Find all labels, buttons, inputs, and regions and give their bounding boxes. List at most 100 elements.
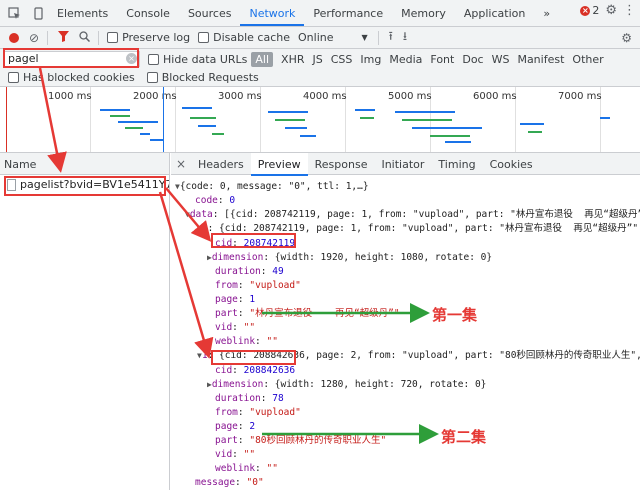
network-settings-gear-icon[interactable]: ⚙	[621, 31, 632, 45]
annotation-box-request	[4, 176, 166, 196]
checkbox-box[interactable]	[148, 53, 159, 65]
tree-line: page: 2	[215, 421, 256, 432]
timeline-bar	[528, 131, 542, 133]
type-filter-ws[interactable]: WS	[488, 53, 514, 66]
tab-sources[interactable]: Sources	[179, 0, 241, 26]
filter-icon[interactable]	[58, 30, 70, 45]
blocked-filter-row: Has blocked cookies Blocked Requests	[0, 69, 640, 87]
detail-tabs: × Headers Preview Response Initiator Tim…	[171, 152, 640, 176]
tree-line: duration: 78	[215, 393, 284, 404]
tree-root[interactable]: ▼{code: 0, message: "0", ttl: 1,…}	[175, 180, 369, 193]
settings-gear-icon[interactable]: ⚙	[605, 3, 617, 18]
export-har-icon[interactable]: ⭳	[403, 27, 407, 48]
tab-elements[interactable]: Elements	[48, 0, 117, 26]
throttling-select[interactable]: Online ▼	[298, 31, 368, 44]
type-filter-other[interactable]: Other	[568, 53, 607, 66]
timeline-bar	[140, 133, 150, 135]
more-tabs-icon[interactable]: »	[534, 0, 559, 26]
name-column-header[interactable]: Name	[0, 153, 169, 175]
network-overview-timeline[interactable]: 1000 ms 2000 ms 3000 ms 4000 ms 5000 ms …	[0, 87, 640, 153]
tab-memory[interactable]: Memory	[392, 0, 455, 26]
tab-cookies[interactable]: Cookies	[483, 153, 540, 175]
tab-application[interactable]: Application	[455, 0, 534, 26]
checkbox-box[interactable]	[8, 72, 19, 83]
annotation-label-episode2: 第二集	[441, 428, 487, 446]
timeline-bar	[182, 107, 212, 109]
timeline-bar	[212, 133, 224, 135]
timeline-tick: 7000 ms	[558, 91, 602, 102]
tree-line: part: "林丹宣布退役 再见“超级丹”"	[215, 308, 400, 319]
tree-line: cid: 208842636	[215, 365, 296, 376]
timeline-bar	[402, 119, 452, 121]
type-filter-manifest[interactable]: Manifest	[513, 53, 568, 66]
checkbox-box[interactable]	[146, 72, 158, 83]
timeline-bar	[430, 135, 470, 137]
checkbox-box[interactable]	[107, 32, 119, 43]
tab-response[interactable]: Response	[308, 153, 375, 175]
annotation-box-filter	[3, 48, 139, 68]
tab-timing[interactable]: Timing	[431, 153, 482, 175]
error-count-badge[interactable]: × 2	[580, 4, 599, 17]
divider	[47, 30, 49, 45]
tree-line: code: 0	[195, 195, 236, 206]
import-har-icon[interactable]: ⭱	[389, 27, 393, 48]
tree-line: from: "vupload"	[215, 280, 301, 291]
timeline-bar	[300, 135, 316, 137]
inspect-element-icon[interactable]	[4, 3, 24, 23]
timeline-tick: 6000 ms	[473, 91, 517, 102]
tab-initiator[interactable]: Initiator	[374, 153, 431, 175]
timeline-bar	[198, 125, 216, 127]
type-filter-img[interactable]: Img	[356, 53, 385, 66]
disable-cache-label: Disable cache	[213, 31, 291, 44]
blocked-requests-label: Blocked Requests	[161, 71, 259, 84]
tree-line: weblink: ""	[215, 336, 278, 347]
network-toolbar: ⊘ Preserve log Disable cache Online ▼ ⭱ ⭳…	[0, 27, 640, 49]
tree-line[interactable]: ▶dimension: {width: 1920, height: 1080, …	[207, 251, 492, 264]
hide-data-urls-checkbox[interactable]: Hide data URLs	[148, 53, 247, 66]
tab-network[interactable]: Network	[240, 0, 305, 26]
tab-preview[interactable]: Preview	[250, 152, 308, 176]
timeline-bar	[275, 119, 305, 121]
annotation-label-episode1: 第一集	[432, 306, 478, 324]
timeline-bar	[600, 117, 610, 119]
timeline-bar	[110, 115, 130, 117]
close-icon[interactable]: ×	[171, 157, 191, 171]
type-filter-js[interactable]: JS	[309, 53, 327, 66]
type-filter-all[interactable]: All	[251, 51, 274, 67]
error-count: 2	[592, 4, 600, 17]
timeline-tick: 3000 ms	[218, 91, 262, 102]
tree-line[interactable]: ▶dimension: {width: 1280, height: 720, r…	[207, 378, 486, 391]
blocked-requests-checkbox[interactable]: Blocked Requests	[146, 71, 259, 84]
timeline-tick: 1000 ms	[48, 91, 92, 102]
type-filter-media[interactable]: Media	[385, 53, 426, 66]
timeline-bar	[360, 117, 374, 119]
type-filter-css[interactable]: CSS	[327, 53, 357, 66]
has-blocked-cookies-checkbox[interactable]: Has blocked cookies	[8, 71, 135, 84]
tree-line: vid: ""	[215, 322, 256, 333]
type-filter-font[interactable]: Font	[426, 53, 458, 66]
type-filter-xhr[interactable]: XHR	[277, 53, 308, 66]
tree-line: vid: ""	[215, 449, 256, 460]
tab-console[interactable]: Console	[117, 0, 179, 26]
tree-line[interactable]: ▼data: [{cid: 208742119, page: 1, from: …	[185, 208, 640, 221]
throttling-value: Online	[298, 31, 334, 44]
tab-performance[interactable]: Performance	[304, 0, 392, 26]
timeline-bar	[100, 109, 130, 111]
disable-cache-checkbox[interactable]: Disable cache	[198, 31, 290, 44]
checkbox-box[interactable]	[198, 32, 210, 43]
preserve-log-checkbox[interactable]: Preserve log	[107, 31, 190, 44]
clear-icon[interactable]: ⊘	[29, 31, 39, 45]
tree-line: page: 1	[215, 294, 256, 305]
record-icon[interactable]	[9, 32, 19, 43]
tree-line: duration: 49	[215, 266, 284, 277]
device-toolbar-icon[interactable]	[28, 3, 48, 23]
type-filter-doc[interactable]: Doc	[458, 53, 487, 66]
timeline-tick: 2000 ms	[133, 91, 177, 102]
tab-headers[interactable]: Headers	[191, 153, 251, 175]
chevron-down-icon: ▼	[361, 33, 368, 42]
timeline-bar	[150, 139, 164, 141]
search-icon[interactable]	[79, 30, 91, 45]
more-options-icon[interactable]: ⋮	[623, 3, 636, 18]
preserve-log-label: Preserve log	[122, 31, 191, 44]
error-icon: ×	[580, 5, 591, 16]
